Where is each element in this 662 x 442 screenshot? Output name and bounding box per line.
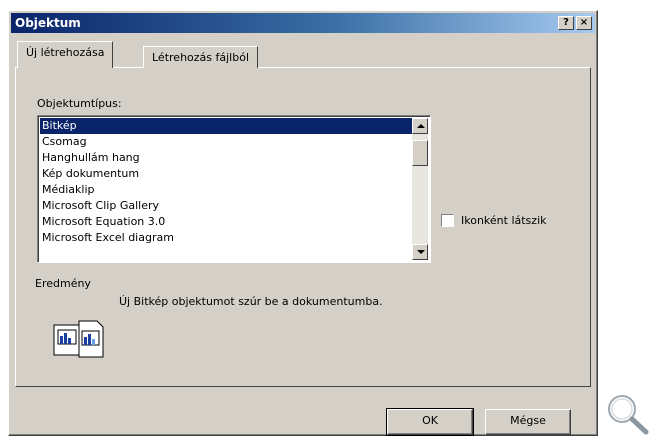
- magnifier-icon[interactable]: [604, 392, 652, 436]
- arrow-up-icon: [417, 124, 425, 128]
- scroll-down-button[interactable]: [412, 244, 428, 260]
- display-as-icon-label[interactable]: Ikonként látszik: [461, 214, 547, 227]
- ok-button[interactable]: OK: [386, 408, 474, 436]
- scroll-up-button[interactable]: [412, 118, 428, 134]
- object-type-list: Bitkép Csomag Hanghullám hang Kép dokume…: [40, 118, 412, 246]
- list-item[interactable]: Médiaklip: [40, 182, 412, 198]
- object-type-label: Objektumtípus:: [37, 97, 122, 110]
- title-bar-buttons: ? ×: [558, 16, 595, 30]
- result-label: Eredmény: [35, 277, 91, 290]
- list-item[interactable]: Bitkép: [40, 118, 412, 134]
- display-as-icon-checkbox[interactable]: [441, 214, 454, 227]
- title-bar[interactable]: Objektum ? ×: [11, 13, 595, 33]
- arrow-down-icon: [417, 250, 425, 254]
- tab-create-from-file[interactable]: Létrehozás fájlból: [143, 46, 259, 68]
- tab-create-new-label: Új létrehozása: [26, 46, 105, 59]
- object-type-listbox[interactable]: Bitkép Csomag Hanghullám hang Kép dokume…: [37, 115, 431, 263]
- list-item[interactable]: Microsoft Excel diagram: [40, 230, 412, 246]
- list-item[interactable]: Hanghullám hang: [40, 150, 412, 166]
- list-item[interactable]: Csomag: [40, 134, 412, 150]
- list-item[interactable]: Microsoft Equation 3.0: [40, 214, 412, 230]
- close-button[interactable]: ×: [576, 16, 592, 30]
- cancel-button[interactable]: Mégse: [485, 409, 571, 435]
- tab-create-new[interactable]: Új létrehozása: [17, 41, 114, 68]
- scroll-thumb[interactable]: [412, 140, 428, 166]
- insert-object-dialog: Objektum ? × Új létrehozása Létrehozás f…: [8, 10, 598, 436]
- result-text: Új Bitkép objektumot szúr be a dokumentu…: [119, 295, 383, 308]
- bitmap-document-icon: [53, 320, 104, 358]
- listbox-scrollbar[interactable]: [412, 118, 428, 260]
- list-item[interactable]: Microsoft Clip Gallery: [40, 198, 412, 214]
- window-title: Objektum: [15, 16, 81, 30]
- help-button[interactable]: ?: [558, 16, 574, 30]
- list-item[interactable]: Kép dokumentum: [40, 166, 412, 182]
- tab-create-from-file-label: Létrehozás fájlból: [152, 51, 250, 64]
